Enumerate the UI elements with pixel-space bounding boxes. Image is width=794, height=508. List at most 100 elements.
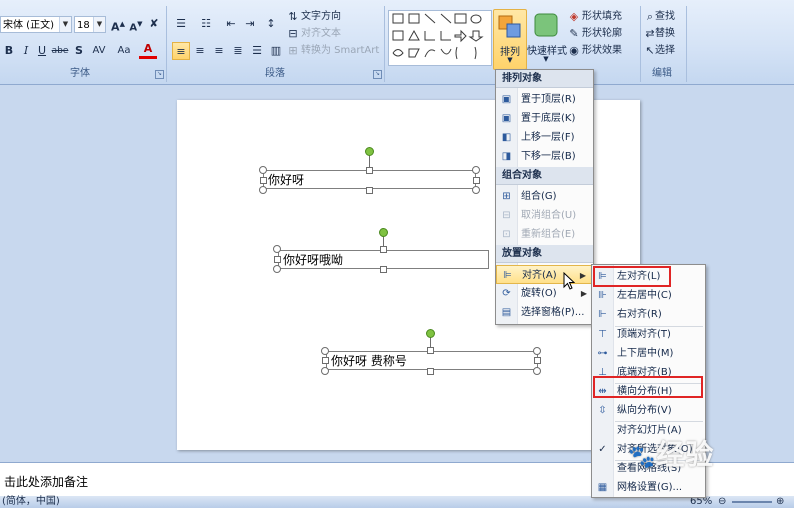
align-left-button[interactable]: ≡ xyxy=(172,42,190,60)
distributed-button[interactable]: ☰ xyxy=(248,42,266,60)
increase-indent-button[interactable]: ⇥ xyxy=(241,15,259,33)
shape-outline-icon: ✎ xyxy=(569,27,579,40)
find-button[interactable]: 查找 xyxy=(655,10,675,24)
send-backward-item[interactable]: ◨ 下移一层(B) xyxy=(496,147,593,166)
zoom-out-icon[interactable]: ⊖ xyxy=(718,496,726,508)
rotate-handle-icon[interactable] xyxy=(365,147,374,156)
resize-handle[interactable] xyxy=(274,256,281,263)
bring-forward-item[interactable]: ◧ 上移一层(F) xyxy=(496,128,593,147)
notes-placeholder: 击此处添加备注 xyxy=(4,475,89,489)
resize-handle[interactable] xyxy=(534,357,541,364)
resize-handle[interactable] xyxy=(273,265,281,273)
resize-handle[interactable] xyxy=(259,186,267,194)
align-right-icon: ⊩ xyxy=(598,309,607,320)
shapes-gallery[interactable] xyxy=(388,10,492,66)
resize-handle[interactable] xyxy=(472,186,480,194)
resize-handle[interactable] xyxy=(380,246,387,253)
group-divider xyxy=(166,6,167,82)
strikethrough-button[interactable]: abe xyxy=(51,42,69,60)
send-backward-icon: ◨ xyxy=(501,151,512,162)
bring-to-front-item[interactable]: ▣ 置于顶层(R) xyxy=(496,90,593,109)
resize-handle[interactable] xyxy=(260,177,267,184)
shapes-gallery-icons xyxy=(392,13,484,60)
char-spacing-button[interactable]: AV xyxy=(88,42,110,60)
chevron-down-icon: ▼ xyxy=(507,56,513,64)
select-button[interactable]: 选择 xyxy=(655,44,675,58)
resize-handle[interactable] xyxy=(322,357,329,364)
selection-pane-item[interactable]: ▤ 选择窗格(P)... xyxy=(496,303,593,322)
align-item[interactable]: ⊫ 对齐(A) ▶ xyxy=(496,265,593,284)
align-middle-item[interactable]: ⊶ 上下居中(M) xyxy=(592,344,705,363)
resize-handle[interactable] xyxy=(273,245,281,253)
shape-effects-icon: ◉ xyxy=(569,44,579,57)
resize-handle[interactable] xyxy=(427,368,434,375)
align-text-button[interactable]: 对齐文本 xyxy=(301,27,341,41)
rotate-handle-icon[interactable] xyxy=(426,329,435,338)
resize-handle[interactable] xyxy=(366,167,373,174)
font-name-combo[interactable]: 宋体 (正文) ▼ xyxy=(0,16,72,33)
numbering-button[interactable]: ☷ xyxy=(197,15,215,33)
ungroup-item[interactable]: ⊟ 取消组合(U) xyxy=(496,206,593,225)
clear-format-button[interactable]: ✘ xyxy=(145,15,163,33)
textbox-1-text: 你好呀 xyxy=(268,173,305,187)
shape-effects-button[interactable]: 形状效果 xyxy=(582,44,622,58)
resize-handle[interactable] xyxy=(533,347,541,355)
group-icon: ⊞ xyxy=(502,191,511,202)
shape-outline-button[interactable]: 形状轮廓 xyxy=(582,27,622,41)
shadow-button[interactable]: S xyxy=(70,42,88,60)
rotate-icon: ⟳ xyxy=(502,288,511,299)
bring-to-front-icon: ▣ xyxy=(501,94,512,105)
resize-handle[interactable] xyxy=(533,367,541,375)
align-center-button[interactable]: ≡ xyxy=(191,42,209,60)
send-to-back-item[interactable]: ▣ 置于底层(K) xyxy=(496,109,593,128)
justify-button[interactable]: ≣ xyxy=(229,42,247,60)
align-top-item[interactable]: ⊤ 顶端对齐(T) xyxy=(592,325,705,344)
shape-fill-button[interactable]: 形状填充 xyxy=(582,10,622,24)
align-right-item[interactable]: ⊩ 右对齐(R) xyxy=(592,305,705,324)
resize-handle[interactable] xyxy=(366,187,373,194)
bold-button[interactable]: B xyxy=(0,42,18,60)
text-direction-button[interactable]: 文字方向 xyxy=(301,10,341,24)
zoom-slider[interactable] xyxy=(732,501,772,503)
quick-styles-button[interactable]: 快速样式 ▼ xyxy=(527,9,567,68)
resize-handle[interactable] xyxy=(380,266,387,273)
shrink-font-button[interactable]: A▼ xyxy=(127,15,145,33)
rotate-handle-icon[interactable] xyxy=(379,228,388,237)
watermark-logo: 🐾经验 xyxy=(628,433,714,473)
bring-forward-label: 上移一层(F) xyxy=(521,132,575,143)
text-direction-icon: ⇅ xyxy=(288,10,298,23)
convert-smartart-button[interactable]: 转换为 SmartArt xyxy=(301,44,379,58)
resize-handle[interactable] xyxy=(321,367,329,375)
decrease-indent-button[interactable]: ⇤ xyxy=(222,15,240,33)
replace-button[interactable]: 替换 xyxy=(655,27,675,41)
regroup-item[interactable]: ⊡ 重新组合(E) xyxy=(496,225,593,244)
group-item[interactable]: ⊞ 组合(G) xyxy=(496,187,593,206)
grid-settings-item[interactable]: ▦ 网格设置(G)... xyxy=(592,478,705,497)
resize-handle[interactable] xyxy=(321,347,329,355)
submenu-arrow-icon: ▶ xyxy=(580,289,587,298)
grid-icon: ▦ xyxy=(597,482,608,493)
underline-button[interactable]: U xyxy=(33,42,51,60)
resize-handle[interactable] xyxy=(427,347,434,354)
rotate-item[interactable]: ⟳ 旋转(O) ▶ xyxy=(496,284,593,303)
zoom-in-icon[interactable]: ⊕ xyxy=(776,496,784,508)
resize-handle[interactable] xyxy=(473,177,480,184)
align-center-item[interactable]: ⊪ 左右居中(C) xyxy=(592,286,705,305)
columns-button[interactable]: ▥ xyxy=(267,42,285,60)
resize-handle[interactable] xyxy=(472,166,480,174)
arrange-button[interactable]: 排列 ▼ xyxy=(493,9,527,70)
align-right-button[interactable]: ≡ xyxy=(210,42,228,60)
font-color-button[interactable]: A xyxy=(139,42,157,59)
grow-font-button[interactable]: A▲ xyxy=(109,15,127,34)
line-spacing-button[interactable]: ↕ xyxy=(262,15,280,33)
resize-handle[interactable] xyxy=(259,166,267,174)
paragraph-dialog-launcher-icon[interactable]: ↘ xyxy=(373,70,382,79)
rotate-label: 旋转(O) xyxy=(521,288,557,299)
quick-styles-icon xyxy=(534,13,558,37)
change-case-button[interactable]: Aa xyxy=(113,42,135,60)
font-size-combo[interactable]: 18 ▼ xyxy=(74,16,106,33)
distribute-vertical-item[interactable]: ⇳ 纵向分布(V) xyxy=(592,401,705,420)
bullets-button[interactable]: ☰ xyxy=(172,15,190,33)
regroup-label: 重新组合(E) xyxy=(521,229,576,240)
font-dialog-launcher-icon[interactable]: ↘ xyxy=(155,70,164,79)
